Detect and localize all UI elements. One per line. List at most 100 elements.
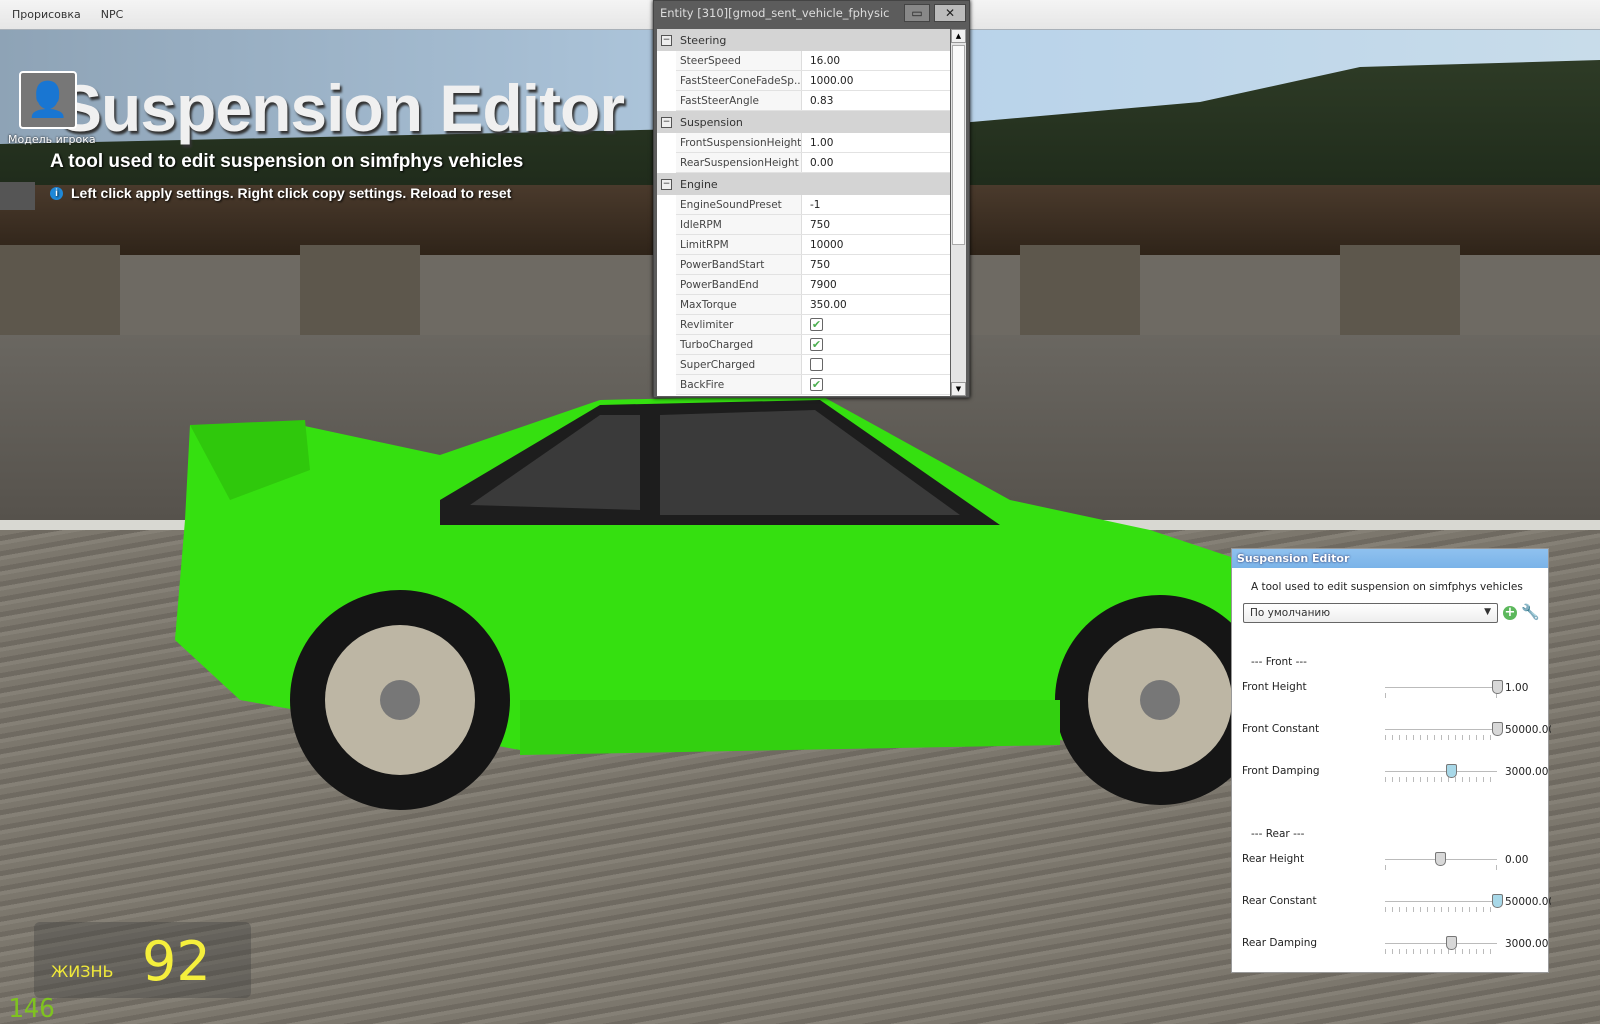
slider-track[interactable] <box>1385 729 1497 730</box>
property-row: MaxTorque 350.00 <box>676 295 950 315</box>
property-value[interactable]: 750 <box>802 215 950 234</box>
slider-value[interactable]: 50000.00 <box>1505 724 1551 736</box>
slider-label: Front Constant <box>1242 723 1320 735</box>
slider-ticks <box>1385 693 1497 698</box>
slider-ticks <box>1385 735 1497 740</box>
wrench-icon[interactable]: 🔧 <box>1521 603 1540 621</box>
property-row: SuperCharged <box>676 355 950 375</box>
property-value[interactable]: 750 <box>802 255 950 274</box>
property-checkbox[interactable]: ✔ <box>810 378 823 391</box>
category-steering[interactable]: − Steering <box>657 29 950 51</box>
panel-title: Suspension Editor <box>1232 549 1548 568</box>
slider-knob[interactable] <box>1446 764 1458 778</box>
property-row: FastSteerConeFadeSp... 1000.00 <box>676 71 950 91</box>
property-value[interactable]: 1000.00 <box>802 71 950 90</box>
property-key: Revlimiter <box>676 315 802 334</box>
scroll-up-icon[interactable]: ▲ <box>951 29 966 43</box>
property-value[interactable]: 0.83 <box>802 91 950 110</box>
slider-track[interactable] <box>1385 687 1497 688</box>
suspension-editor-panel: Suspension Editor A tool used to edit su… <box>1231 548 1551 973</box>
property-key: PowerBandStart <box>676 255 802 274</box>
property-row: FrontSuspensionHeight 1.00 <box>676 133 950 153</box>
collapse-icon[interactable]: − <box>661 178 672 190</box>
property-row: IdleRPM 750 <box>676 215 950 235</box>
property-key: FastSteerConeFadeSp... <box>676 71 802 90</box>
property-key: RearSuspensionHeight <box>676 153 802 172</box>
slider-front-height[interactable]: Front Height 1.00 <box>1242 680 1542 701</box>
tool-info: i Left click apply settings. Right click … <box>50 185 511 201</box>
slider-label: Rear Damping <box>1242 937 1318 949</box>
property-value[interactable]: 10000 <box>802 235 950 254</box>
player-model-icon[interactable]: 👤 <box>19 71 77 129</box>
slider-value[interactable]: 50000.00 <box>1505 896 1551 908</box>
property-checkbox[interactable] <box>810 358 823 371</box>
property-value[interactable]: 0.00 <box>802 153 950 172</box>
property-value[interactable]: -1 <box>802 195 950 214</box>
slider-knob[interactable] <box>1492 894 1503 908</box>
slider-track[interactable] <box>1385 901 1497 902</box>
collapse-icon[interactable]: − <box>661 116 672 128</box>
health-hud: ЖИЗНЬ 92 <box>34 922 251 998</box>
menu-item-rendering[interactable]: Прорисовка <box>12 8 81 21</box>
player-model-caption: Модель игрока <box>8 133 96 146</box>
slider-knob[interactable] <box>1446 936 1458 950</box>
health-value: 92 <box>142 930 211 993</box>
property-row: FastSteerAngle 0.83 <box>676 91 950 111</box>
info-text: Left click apply settings. Right click c… <box>71 185 512 201</box>
slider-knob[interactable] <box>1492 680 1503 694</box>
property-value[interactable]: 350.00 <box>802 295 950 314</box>
property-checkbox[interactable]: ✔ <box>810 338 823 351</box>
slider-value[interactable]: 0.00 <box>1505 854 1551 866</box>
scrollbar[interactable]: ▲ ▼ <box>951 29 966 396</box>
property-row: EngineSoundPreset -1 <box>676 195 950 215</box>
property-row: PowerBandEnd 7900 <box>676 275 950 295</box>
slider-track[interactable] <box>1385 771 1497 772</box>
entity-properties-window: Entity [310][gmod_sent_vehicle_fphysics_… <box>653 0 970 398</box>
window-titlebar[interactable]: Entity [310][gmod_sent_vehicle_fphysics_… <box>654 1 969 25</box>
fps-counter: 146 <box>8 994 55 1024</box>
property-row: LimitRPM 10000 <box>676 235 950 255</box>
slider-front-damping[interactable]: Front Damping 3000.00 <box>1242 764 1548 785</box>
category-suspension[interactable]: − Suspension <box>657 111 950 133</box>
tool-subtitle: A tool used to edit suspension on simfph… <box>50 151 524 172</box>
slider-rear-constant[interactable]: Rear Constant 50000.00 <box>1242 894 1551 915</box>
category-label: Steering <box>680 33 727 47</box>
slider-knob[interactable] <box>1492 722 1503 736</box>
preset-dropdown[interactable]: По умолчанию ▼ <box>1243 603 1498 623</box>
slider-ticks <box>1385 907 1497 912</box>
chevron-down-icon: ▼ <box>1484 607 1491 617</box>
property-checkbox[interactable]: ✔ <box>810 318 823 331</box>
collapse-icon[interactable]: − <box>661 34 672 46</box>
property-key: FastSteerAngle <box>676 91 802 110</box>
property-row: RearSuspensionHeight 0.00 <box>676 153 950 173</box>
property-grid: − Steering SteerSpeed 16.00 FastSteerConeFad… <box>657 29 950 396</box>
slider-value[interactable]: 1.00 <box>1505 682 1551 694</box>
slider-rear-height[interactable]: Rear Height 0.00 <box>1242 852 1542 873</box>
slider-front-constant[interactable]: Front Constant 50000.00 <box>1242 722 1551 743</box>
property-row: TurboCharged ✔ <box>676 335 950 355</box>
property-key: SuperCharged <box>676 355 802 374</box>
close-button[interactable]: ✕ <box>934 4 966 22</box>
menu-item-npc[interactable]: NPC <box>101 8 124 21</box>
scroll-thumb[interactable] <box>952 45 965 245</box>
property-key: BackFire <box>676 375 802 394</box>
scroll-down-icon[interactable]: ▼ <box>951 382 966 396</box>
add-preset-icon[interactable]: + <box>1503 606 1517 620</box>
slider-value[interactable]: 3000.00 <box>1505 938 1551 950</box>
property-key: EngineSoundPreset <box>676 195 802 214</box>
slider-track[interactable] <box>1385 943 1497 944</box>
slider-rear-damping[interactable]: Rear Damping 3000.00 <box>1242 936 1548 957</box>
property-value[interactable]: 7900 <box>802 275 950 294</box>
property-key: IdleRPM <box>676 215 802 234</box>
property-row: SteerSpeed 16.00 <box>676 51 950 71</box>
rear-header: --- Rear --- <box>1251 828 1305 840</box>
minimize-button[interactable]: ▭ <box>904 4 930 22</box>
property-value[interactable]: 1.00 <box>802 133 950 152</box>
property-key: LimitRPM <box>676 235 802 254</box>
slider-value[interactable]: 3000.00 <box>1505 766 1551 778</box>
property-row: PowerBandStart 750 <box>676 255 950 275</box>
property-value[interactable]: 16.00 <box>802 51 950 70</box>
slider-knob[interactable] <box>1434 852 1446 866</box>
category-engine[interactable]: − Engine <box>657 173 950 195</box>
panel-description: A tool used to edit suspension on simfph… <box>1251 581 1523 593</box>
